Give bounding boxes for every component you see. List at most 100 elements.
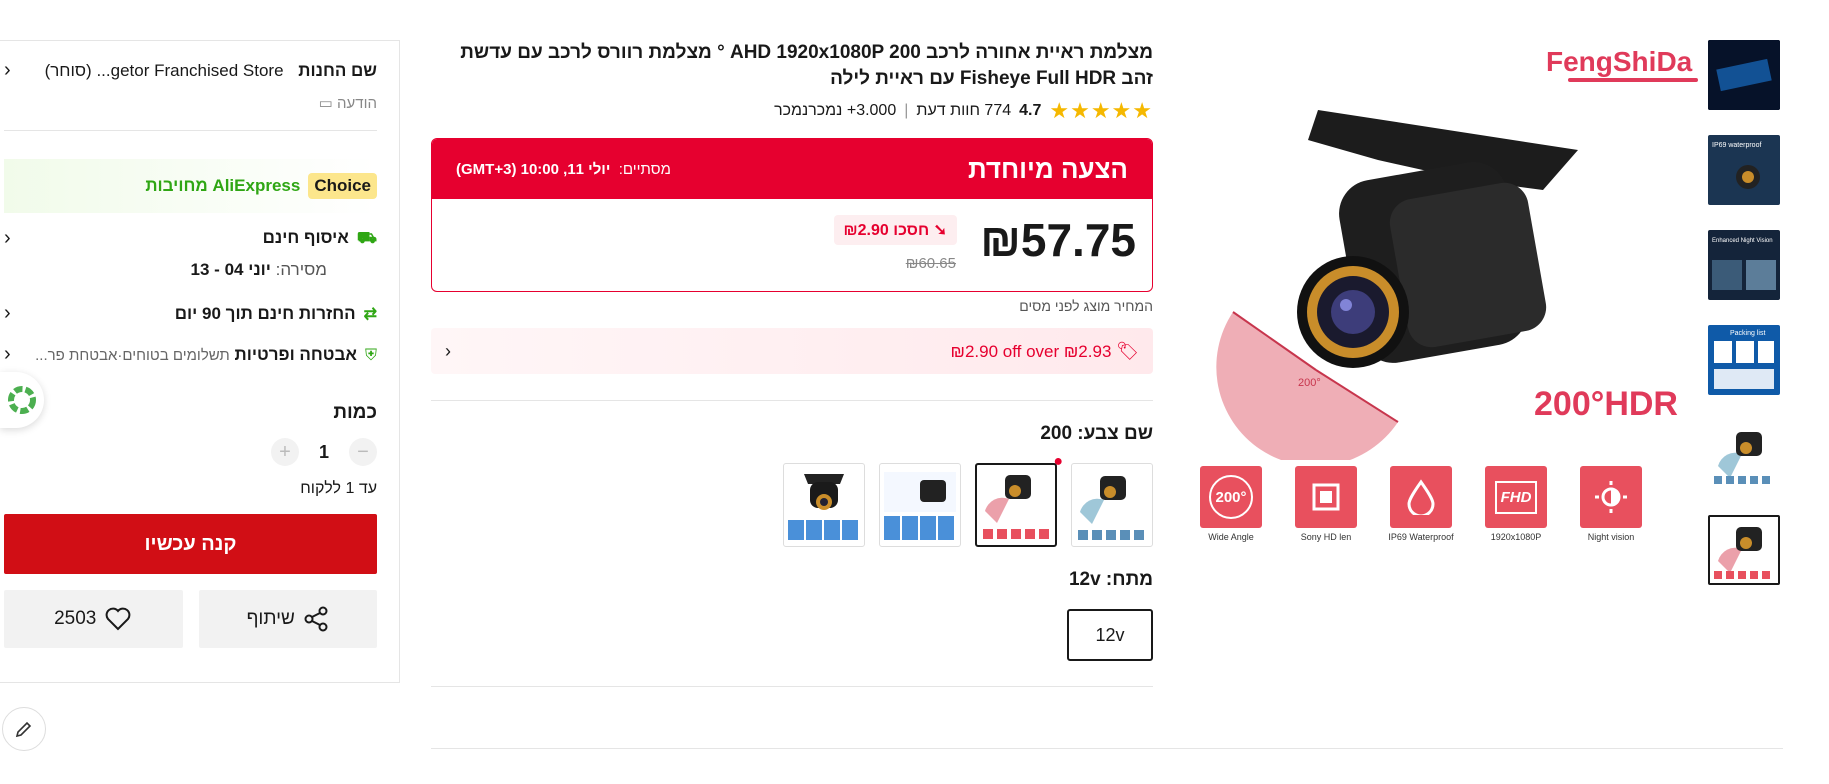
action-buttons: שיתוף 2503 [4, 590, 377, 648]
color-variants: ● [431, 453, 1153, 547]
feature-wide-angle: 200° Wide Angle [1200, 466, 1262, 542]
divider [431, 748, 1783, 749]
thumbnail-1[interactable] [1708, 40, 1780, 110]
share-label: שיתוף [246, 608, 295, 629]
thumbnail-4[interactable]: Packing list [1708, 325, 1780, 395]
feature-sony-lens: Sony HD len [1295, 466, 1357, 542]
buy-now-button[interactable]: קנה עכשיו [4, 514, 377, 574]
camera-install-image [1708, 40, 1780, 110]
chevron-left-icon[interactable]: ‹ [4, 343, 11, 366]
chevron-left-icon[interactable]: ‹ [4, 302, 11, 325]
coupon-text: ₪2.90 off over ₪2.93 [950, 341, 1112, 361]
divider [431, 686, 1153, 687]
voltage-option-12v[interactable]: 12v [1067, 609, 1153, 661]
chat-icon: ▭ [318, 95, 333, 112]
variant-blue[interactable] [1071, 463, 1153, 547]
share-icon [304, 606, 328, 632]
shield-icon: ⛨ [364, 346, 377, 364]
star-rating-icon: ★★★★★ [1049, 98, 1153, 123]
free-returns-text: החזרות חינם תוך 90 יום [174, 303, 356, 323]
camera-red-image [1710, 517, 1778, 583]
delivery-value: יוני 04 - 13 [190, 260, 271, 279]
offer-title: הצעה מיוחדת [967, 153, 1128, 184]
wishlist-button[interactable]: 2503 [4, 590, 183, 648]
security-title: אבטחה ופרטיות [234, 344, 357, 364]
wide-angle-icon: 200° [1200, 466, 1262, 528]
special-offer-box: הצעה מיוחדת מסתיים: יולי 11, 10:00 (GMT+… [431, 138, 1153, 292]
delivery-row: מסירה: יוני 04 - 13 [4, 260, 377, 280]
thumb-text: Packing list [1730, 330, 1765, 337]
thumbnail-5[interactable] [1708, 420, 1780, 490]
divider [431, 400, 1153, 401]
packing-list-image: Packing list [1708, 325, 1780, 395]
store-row[interactable]: שם החנות getor Franchised Store... (סוחר… [4, 59, 377, 82]
wide-angle-icon-text: 200° [1209, 475, 1253, 519]
fhd-icon: FHD [1485, 466, 1547, 528]
angle-label: 200° [1298, 377, 1321, 389]
feature-night-vision: Night vision [1580, 466, 1642, 542]
feature-waterproof: IP69 Waterproof [1388, 466, 1454, 542]
savings-text: חסכו ₪2.90 [843, 222, 930, 239]
variant-package[interactable] [879, 463, 961, 547]
main-product-image[interactable]: FengShiDa 200° 200°HDR 200° Wide Angle S… [1198, 40, 1698, 560]
offer-body: ₪57.75 ➘ חסכו ₪2.90 ₪60.65 [432, 199, 1152, 291]
tax-note: המחיר מוצג לפני מסים [1019, 298, 1153, 314]
purchase-panel: שם החנות getor Franchised Store... (סוחר… [0, 40, 400, 683]
camera-blue-image [1708, 420, 1780, 490]
quantity-value[interactable]: 1 [319, 442, 329, 463]
free-shipping-text: איסוף חינם [262, 228, 349, 247]
truck-icon: ⛟ [356, 230, 377, 247]
chevron-left-icon[interactable]: ‹ [445, 341, 451, 362]
heart-icon [106, 607, 131, 631]
decrease-button[interactable]: − [349, 438, 377, 466]
assistant-icon [8, 386, 36, 414]
store-info: שם החנות getor Franchised Store... (סוחר… [45, 61, 377, 81]
increase-button[interactable]: + [270, 438, 299, 466]
sold-count: 3.000+ נמכרנמכר [774, 102, 897, 119]
edit-button[interactable] [2, 707, 46, 751]
hdr-label: 200°HDR [1534, 385, 1678, 423]
return-icon: ⇄ [363, 305, 377, 323]
separator: | [904, 102, 909, 119]
thumbnail-6-selected[interactable] [1708, 515, 1780, 585]
store-label: שם החנות [298, 60, 377, 80]
pencil-icon [15, 721, 32, 738]
delivery-label: מסירה: [275, 260, 327, 279]
water-drop-icon [1390, 466, 1452, 528]
chevron-left-icon[interactable]: ‹ [4, 227, 11, 250]
share-button[interactable]: שיתוף [198, 590, 377, 648]
store-message-text: הודעה [337, 95, 377, 112]
choice-banner: Choice AliExpress מחויבות [4, 159, 377, 213]
offer-ends-label: מסתיים: [618, 160, 671, 178]
fhd-icon-text: FHD [1494, 480, 1538, 514]
coupon-bar[interactable]: 🏷 ₪2.90 off over ₪2.93 ‹ [431, 328, 1153, 374]
security-info: ⛨ אבטחה ופרטיות תשלומים בטוחים·אבטחת פר..… [35, 345, 377, 365]
chevron-left-icon[interactable]: ‹ [4, 59, 11, 82]
offer-ends: מסתיים: יולי 11, 10:00 (GMT+3) [456, 161, 671, 178]
returns-row[interactable]: ⇄ החזרות חינם תוך 90 יום ‹ [4, 302, 377, 325]
thumbnail-2[interactable]: IP69 waterproof [1708, 135, 1780, 205]
aliexpress-commitment: AliExpress מחויבות [145, 176, 301, 195]
sun-icon [1580, 466, 1642, 528]
current-price: ₪57.75 [980, 214, 1136, 266]
thumbnail-3[interactable]: Enhanced Night Vision [1708, 230, 1780, 300]
offer-ends-value: יולי 11, 10:00 (GMT+3) [456, 160, 611, 178]
feature-label: Night vision [1587, 532, 1635, 542]
shipping-row[interactable]: ⛟ איסוף חינם ‹ [4, 227, 377, 250]
product-info: מצלמת ראיית אחורה לרכב AHD 1920x1080P 20… [431, 40, 1153, 661]
variant-black[interactable] [783, 463, 865, 547]
feature-label: 1920x1080P [1490, 532, 1542, 542]
variant-red-selected[interactable]: ● [975, 453, 1063, 547]
message-link[interactable]: הודעה ▭ [4, 94, 377, 112]
reviews-link[interactable]: 774 חוות דעת [916, 102, 1011, 120]
coupon-tag-icon: 🏷 [1116, 340, 1139, 361]
waterproof-image: IP69 waterproof [1708, 135, 1780, 205]
offer-header: הצעה מיוחדת מסתיים: יולי 11, 10:00 (GMT+… [432, 139, 1152, 199]
rating-row: ★★★★★ 4.7 774 חוות דעת | 3.000+ נמכרנמכר [431, 98, 1153, 124]
night-vision-image: Enhanced Night Vision [1708, 230, 1780, 300]
security-row[interactable]: ⛨ אבטחה ופרטיות תשלומים בטוחים·אבטחת פר..… [4, 343, 377, 366]
purchase-limit: עד 1 ללקוח [300, 480, 377, 497]
shipping-info: ⛟ איסוף חינם [263, 228, 377, 249]
choice-badge: Choice [308, 173, 377, 199]
store-name[interactable]: getor Franchised Store... (סוחר) [45, 61, 284, 80]
